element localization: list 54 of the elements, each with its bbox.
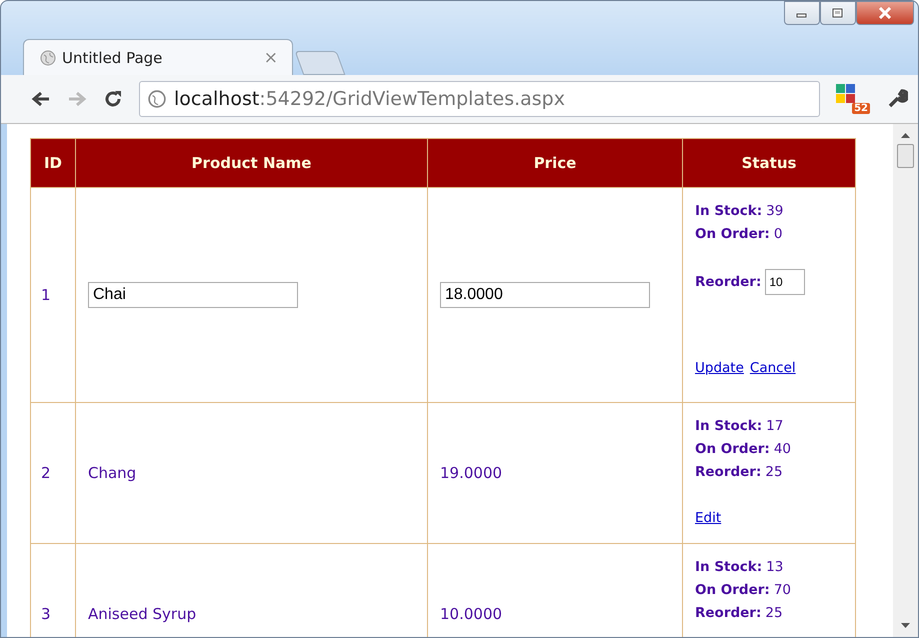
- status-label: In Stock:: [695, 418, 762, 434]
- action-link[interactable]: Edit: [695, 510, 722, 526]
- column-header: ID: [30, 138, 76, 188]
- status-value: 0: [774, 226, 782, 242]
- column-header: Price: [428, 138, 682, 188]
- maximize-button[interactable]: [820, 1, 856, 25]
- status-value: 39: [766, 203, 784, 219]
- scroll-up-icon[interactable]: [901, 132, 910, 138]
- minimize-button[interactable]: [784, 1, 820, 25]
- status-label: In Stock:: [695, 203, 762, 219]
- status-label: Reorder:: [695, 464, 762, 480]
- id-text: 2: [41, 464, 51, 482]
- globe-icon: [40, 50, 56, 66]
- browser-tab[interactable]: Untitled Page ×: [23, 39, 293, 75]
- status-label: On Order:: [695, 441, 770, 457]
- extension-badge: 52: [852, 103, 870, 114]
- status-value: 25: [765, 605, 783, 621]
- extension-icon[interactable]: [836, 84, 856, 104]
- globe-icon: [148, 90, 166, 108]
- tab-title: Untitled Page: [62, 48, 164, 66]
- maximize-icon: [832, 8, 844, 18]
- price-text: 10.0000: [440, 605, 502, 623]
- status-label: On Order:: [695, 582, 770, 598]
- status-label: On Order:: [695, 226, 770, 242]
- close-icon: [878, 7, 892, 19]
- product-name-input[interactable]: Chai: [88, 282, 298, 308]
- column-header: Product Name: [76, 138, 428, 188]
- scroll-down-icon[interactable]: [901, 623, 910, 629]
- price-input[interactable]: 18.0000: [440, 282, 650, 308]
- action-link[interactable]: Cancel: [750, 360, 796, 376]
- product-name-text: Chang: [88, 464, 136, 482]
- url-text: localhost:54292/GridViewTemplates.aspx: [174, 88, 565, 110]
- status-value: 25: [765, 464, 783, 480]
- scroll-thumb[interactable]: [897, 144, 914, 168]
- status-value: 70: [774, 582, 791, 598]
- scrollbar[interactable]: [893, 124, 918, 637]
- close-button[interactable]: [856, 1, 914, 25]
- status-value: 13: [766, 559, 784, 575]
- status-value: 40: [774, 441, 791, 457]
- status-label: Reorder:: [695, 274, 762, 290]
- address-bar[interactable]: localhost:54292/GridViewTemplates.aspx: [139, 81, 820, 117]
- column-header: Status: [682, 138, 856, 188]
- status-label: In Stock:: [695, 559, 762, 575]
- id-text: 1: [41, 286, 51, 304]
- price-text: 19.0000: [440, 464, 502, 482]
- status-value: 17: [766, 418, 784, 434]
- reorder-input[interactable]: 10: [765, 269, 806, 295]
- product-name-text: Aniseed Syrup: [88, 605, 196, 623]
- wrench-icon[interactable]: [886, 88, 908, 110]
- reload-icon[interactable]: [103, 89, 123, 109]
- id-text: 3: [41, 605, 51, 623]
- back-icon[interactable]: [31, 90, 51, 108]
- action-link[interactable]: Update: [695, 360, 744, 376]
- status-label: Reorder:: [695, 605, 762, 621]
